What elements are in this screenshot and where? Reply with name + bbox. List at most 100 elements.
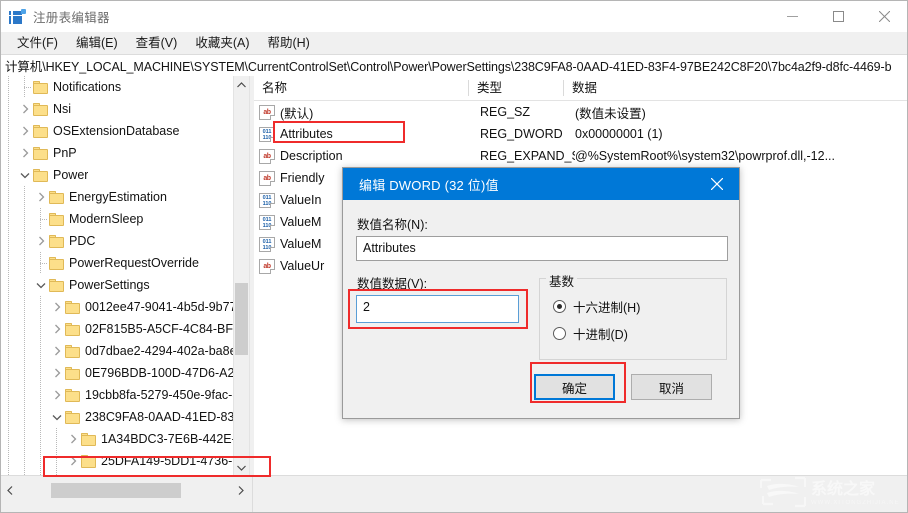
- minimize-button[interactable]: [769, 1, 815, 32]
- tree-item[interactable]: 238C9FA8-0AAD-41ED-83F4: [1, 406, 233, 428]
- chevron-right-icon[interactable]: [17, 120, 33, 142]
- tree-scroll-track[interactable]: [234, 93, 249, 459]
- chevron-down-icon[interactable]: [33, 274, 49, 296]
- scroll-left-arrow-icon[interactable]: [1, 482, 18, 499]
- tree-item[interactable]: Notifications: [1, 76, 233, 98]
- value-name-input[interactable]: Attributes: [356, 236, 728, 261]
- folder-icon: [33, 80, 48, 94]
- address-bar[interactable]: 计算机\HKEY_LOCAL_MACHINE\SYSTEM\CurrentCon…: [1, 54, 907, 77]
- tree-item[interactable]: 02F815B5-A5CF-4C84-BF20-: [1, 318, 233, 340]
- tree-item[interactable]: 19cbb8fa-5279-450e-9fac-8: [1, 384, 233, 406]
- tree-item[interactable]: ModernSleep: [1, 208, 233, 230]
- tree-indent-guide: [33, 296, 49, 318]
- scroll-down-arrow-icon[interactable]: [234, 459, 249, 476]
- folder-icon: [81, 432, 96, 446]
- tree-indent-guide: [33, 450, 49, 472]
- tree-item[interactable]: PnP: [1, 142, 233, 164]
- menu-item-favorites[interactable]: 收藏夹(A): [186, 33, 258, 53]
- registry-tree-pane: Notifications Nsi OSExtensionDatabase PnP Po…: [1, 76, 250, 476]
- value-data-input[interactable]: 2: [356, 295, 519, 323]
- tree-vertical-scrollbar[interactable]: [233, 76, 249, 476]
- registry-editor-window: 注册表编辑器 文件(F) 编辑(E) 查看(V) 收藏夹(A) 帮助(H) 计算…: [0, 0, 908, 513]
- chevron-down-icon[interactable]: [17, 164, 33, 186]
- ok-button[interactable]: 确定: [534, 374, 615, 400]
- menu-item-view[interactable]: 查看(V): [127, 33, 187, 53]
- value-type: REG_DWORD: [480, 127, 563, 141]
- tree-item[interactable]: PDC: [1, 230, 233, 252]
- tree-indent-guide: [1, 208, 17, 230]
- value-row[interactable]: ab (默认) REG_SZ (数值未设置): [254, 101, 907, 123]
- tree-item[interactable]: PowerRequestOverride: [1, 252, 233, 274]
- chevron-right-icon[interactable]: [49, 318, 65, 340]
- string-value-icon: ab: [259, 148, 275, 164]
- tree-indent-guide: [1, 120, 17, 142]
- menu-item-edit[interactable]: 编辑(E): [67, 33, 127, 53]
- values-column-header: 名称 类型 数据: [254, 76, 907, 101]
- tree-indent-guide: [17, 406, 33, 428]
- close-button[interactable]: [861, 1, 907, 32]
- chevron-right-icon[interactable]: [65, 428, 81, 450]
- tree-hscroll-thumb[interactable]: [51, 483, 181, 498]
- tree-indent-guide: [1, 318, 17, 340]
- tree-scroll-thumb[interactable]: [235, 283, 248, 355]
- radio-hexadecimal[interactable]: 十六进制(H): [553, 297, 640, 316]
- column-header-name[interactable]: 名称: [254, 76, 469, 100]
- radio-decimal[interactable]: 十进制(D): [553, 324, 628, 343]
- tree-indent-guide: [1, 186, 17, 208]
- tree-item-label: PowerRequestOverride: [69, 256, 199, 270]
- radio-hexadecimal-dot: [553, 300, 566, 313]
- chevron-right-icon[interactable]: [17, 142, 33, 164]
- dialog-close-button[interactable]: [695, 168, 739, 200]
- chevron-right-icon[interactable]: [17, 98, 33, 120]
- bottom-separator: [252, 476, 253, 512]
- string-value-icon: ab: [259, 104, 275, 120]
- folder-icon: [65, 322, 80, 336]
- column-header-type[interactable]: 类型: [469, 76, 564, 100]
- chevron-right-icon[interactable]: [49, 384, 65, 406]
- scroll-up-arrow-icon[interactable]: [234, 76, 249, 93]
- chevron-right-icon[interactable]: [49, 362, 65, 384]
- tree-item[interactable]: 1A34BDC3-7E6B-442E-A9: [1, 428, 233, 450]
- dialog-title: 编辑 DWORD (32 位)值: [359, 177, 499, 193]
- menu-item-help[interactable]: 帮助(H): [258, 33, 318, 53]
- chevron-right-icon[interactable]: [49, 340, 65, 362]
- folder-icon: [65, 388, 80, 402]
- tree-indent-guide: [1, 384, 17, 406]
- tree-indent-guide: [1, 164, 17, 186]
- bottom-bar: [1, 475, 907, 512]
- dword-value-icon: 011 110: [259, 236, 275, 252]
- tree-item[interactable]: 25DFA149-5DD1-4736-B5: [1, 450, 233, 472]
- chevron-right-icon[interactable]: [65, 450, 81, 472]
- tree-horizontal-scrollbar[interactable]: [1, 482, 249, 499]
- chevron-down-icon[interactable]: [49, 406, 65, 428]
- value-row[interactable]: 011 110 Attributes REG_DWORD 0x00000001 (1): [254, 123, 907, 145]
- tree-item[interactable]: 0E796BDB-100D-47D6-A2D5: [1, 362, 233, 384]
- menu-item-file[interactable]: 文件(F): [8, 33, 67, 53]
- tree-item[interactable]: Nsi: [1, 98, 233, 120]
- cancel-button[interactable]: 取消: [631, 374, 712, 400]
- tree-item[interactable]: PowerSettings: [1, 274, 233, 296]
- chevron-right-icon[interactable]: [33, 230, 49, 252]
- tree-indent-guide: [1, 428, 17, 450]
- tree-item[interactable]: Power: [1, 164, 233, 186]
- value-row[interactable]: ab Description REG_EXPAND_SZ@%SystemRoot%\…: [254, 145, 907, 167]
- column-header-data[interactable]: 数据: [564, 76, 907, 100]
- tree-leaf-marker: [33, 208, 49, 230]
- chevron-right-icon[interactable]: [49, 296, 65, 318]
- registry-editor-icon: [9, 8, 26, 25]
- folder-icon: [49, 278, 64, 292]
- value-type: REG_EXPAND_SZ: [480, 149, 575, 163]
- tree-item-label: ModernSleep: [69, 212, 144, 226]
- tree-item[interactable]: EnergyEstimation: [1, 186, 233, 208]
- tree-indent-guide: [49, 450, 65, 472]
- tree-item-label: 0E796BDB-100D-47D6-A2D5: [85, 366, 233, 380]
- chevron-right-icon[interactable]: [33, 186, 49, 208]
- value-name: Description: [280, 149, 343, 163]
- scroll-right-arrow-icon[interactable]: [232, 482, 249, 499]
- tree-item[interactable]: OSExtensionDatabase: [1, 120, 233, 142]
- tree-item[interactable]: 0d7dbae2-4294-402a-ba8e-: [1, 340, 233, 362]
- tree-item-label: 02F815B5-A5CF-4C84-BF20-: [85, 322, 233, 336]
- maximize-button[interactable]: [815, 1, 861, 32]
- tree-item[interactable]: 0012ee47-9041-4b5d-9b77-: [1, 296, 233, 318]
- base-group-label: 基数: [546, 271, 578, 290]
